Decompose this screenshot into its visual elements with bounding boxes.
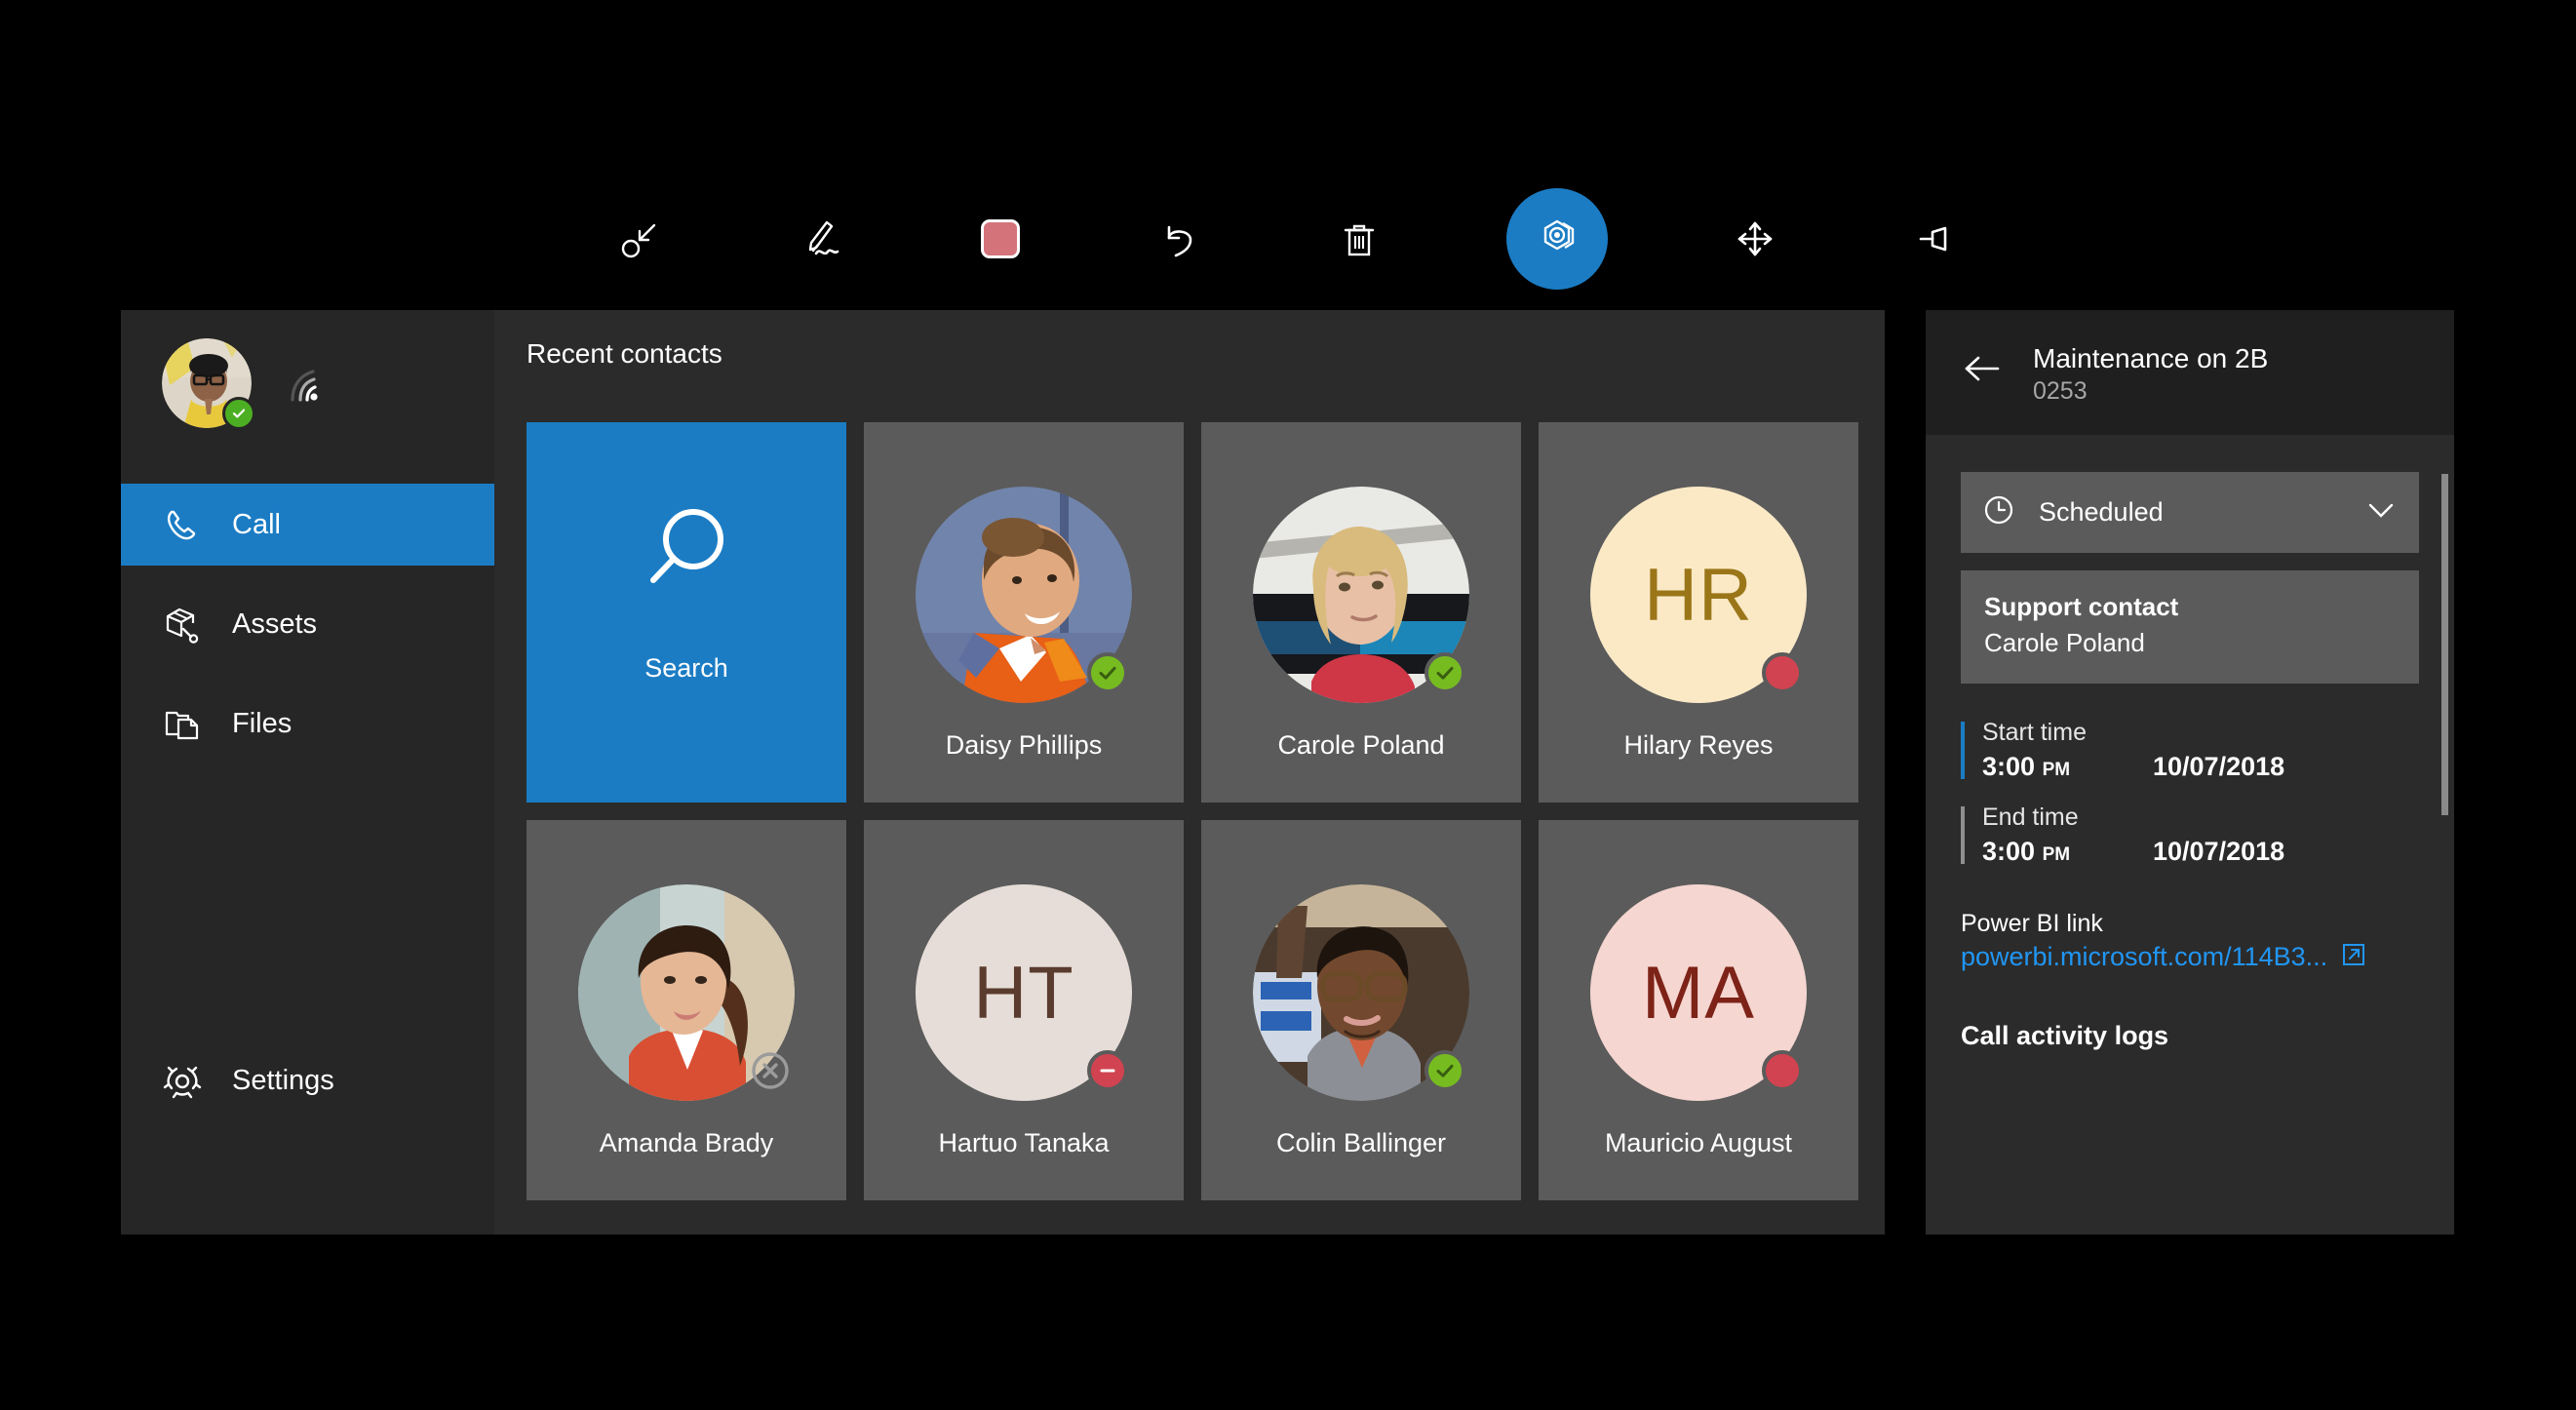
- detail-header: Maintenance on 2B 0253: [1926, 310, 2454, 435]
- presence-badge-busy: [1762, 1050, 1803, 1091]
- delete-icon[interactable]: [1327, 207, 1391, 271]
- avatar: HT: [916, 884, 1132, 1101]
- detail-scrollbar[interactable]: [2441, 474, 2448, 1234]
- open-in-new-icon: [2341, 942, 2366, 972]
- end-time-value: 3:00 PM: [1982, 837, 2071, 866]
- signal-strength-icon: [285, 367, 333, 408]
- presence-badge-away: [1087, 1050, 1128, 1091]
- support-contact-label: Support contact: [1984, 592, 2179, 621]
- start-time-row: 3:00 PM 10/07/2018: [1982, 752, 2419, 782]
- avatar: [1253, 487, 1469, 703]
- pin-icon[interactable]: [1902, 207, 1967, 271]
- presence-badge-available: [222, 397, 255, 430]
- contact-name: Carole Poland: [1277, 730, 1445, 760]
- gear-icon: [162, 1060, 203, 1101]
- sidebar-item-label: Call: [232, 508, 281, 540]
- call-activity-logs-label: Call activity logs: [1961, 1021, 2169, 1050]
- move-icon[interactable]: [1723, 207, 1787, 271]
- search-tile[interactable]: Search: [527, 422, 846, 803]
- app-window: Call Assets Files Settings Recent contac…: [121, 310, 2454, 1234]
- ink-pen-icon[interactable]: [789, 207, 853, 271]
- color-swatch-icon[interactable]: [968, 207, 1033, 271]
- avatar-initials-text: MA: [1642, 951, 1755, 1035]
- sidebar-item-label: Settings: [232, 1064, 334, 1096]
- powerbi-link[interactable]: powerbi.microsoft.com/114B3...: [1961, 942, 2419, 972]
- remote-assist-icon[interactable]: [1506, 188, 1608, 290]
- contact-name: Amanda Brady: [599, 1128, 774, 1157]
- contact-tile[interactable]: HR Hilary Reyes: [1539, 422, 1858, 803]
- contact-tile[interactable]: Daisy Phillips: [864, 422, 1184, 803]
- start-time-block: Start time 3:00 PM 10/07/2018: [1961, 719, 2419, 782]
- clock-icon: [1982, 493, 2015, 531]
- start-time-value: 3:00 PM: [1982, 752, 2071, 781]
- undo-icon[interactable]: [1148, 207, 1212, 271]
- detail-subtitle: 0253: [2033, 377, 2088, 405]
- avatar: MA: [1590, 884, 1807, 1101]
- back-arrow-icon[interactable]: [1961, 349, 2004, 392]
- page-title: Recent contacts: [527, 338, 722, 369]
- avatar: HR: [1590, 487, 1807, 703]
- start-time-date: 10/07/2018: [2153, 752, 2285, 781]
- color-swatch: [981, 219, 1020, 258]
- contact-tile[interactable]: Amanda Brady: [527, 820, 846, 1200]
- sidebar-item-settings[interactable]: Settings: [121, 1039, 494, 1121]
- search-icon: [640, 504, 733, 603]
- chevron-down-icon[interactable]: [2364, 493, 2398, 531]
- contact-name: Colin Ballinger: [1275, 1128, 1447, 1157]
- contact-name: Hilary Reyes: [1623, 730, 1774, 760]
- end-time-date: 10/07/2018: [2153, 837, 2285, 866]
- powerbi-label: Power BI link: [1961, 910, 2103, 937]
- support-contact-card[interactable]: Support contact Carole Poland: [1961, 570, 2419, 684]
- presence-badge-busy: [1762, 652, 1803, 693]
- profile-area: [121, 310, 494, 473]
- presence-badge-offline: [750, 1050, 791, 1091]
- contact-name: Daisy Phillips: [945, 730, 1103, 760]
- annotation-toolbar: [0, 185, 2576, 293]
- contact-tile[interactable]: Colin Ballinger: [1201, 820, 1521, 1200]
- end-time-row: 3:00 PM 10/07/2018: [1982, 837, 2419, 867]
- detail-title: Maintenance on 2B: [2033, 343, 2269, 373]
- assets-box-wrench-icon: [162, 604, 203, 645]
- scrollbar-thumb[interactable]: [2441, 474, 2448, 815]
- user-avatar[interactable]: [162, 338, 255, 430]
- contact-tile[interactable]: MA Mauricio August: [1539, 820, 1858, 1200]
- start-time-label: Start time: [1982, 719, 2087, 746]
- presence-badge-available: [1425, 1050, 1465, 1091]
- presence-badge-available: [1087, 652, 1128, 693]
- sidebar-item-assets[interactable]: Assets: [121, 583, 494, 665]
- sidebar-item-label: Assets: [232, 607, 318, 640]
- presence-badge-available: [1425, 652, 1465, 693]
- contacts-grid: Search Daisy Phillips Carole Poland HR H…: [527, 422, 1858, 1200]
- phone-icon: [162, 504, 203, 545]
- avatar: [916, 487, 1132, 703]
- status-label: Scheduled: [2039, 497, 2164, 527]
- end-time-block: End time 3:00 PM 10/07/2018: [1961, 803, 2419, 867]
- sidebar-item-call[interactable]: Call: [121, 484, 494, 566]
- detail-body: Scheduled Support contact Carole Poland …: [1926, 472, 2454, 1051]
- avatar-initials-text: HT: [973, 951, 1074, 1035]
- files-folder-icon: [162, 703, 203, 744]
- search-tile-label: Search: [644, 653, 728, 683]
- collapse-icon[interactable]: [609, 207, 674, 271]
- avatar-initials-text: HR: [1644, 553, 1753, 637]
- powerbi-block: Power BI link powerbi.microsoft.com/114B…: [1961, 910, 2419, 972]
- avatar: [1253, 884, 1469, 1101]
- sidebar-item-label: Files: [232, 707, 293, 739]
- status-dropdown[interactable]: Scheduled: [1961, 472, 2419, 553]
- powerbi-link-text: powerbi.microsoft.com/114B3...: [1961, 942, 2328, 971]
- sidebar-item-files[interactable]: Files: [121, 683, 494, 764]
- contact-name: Hartuo Tanaka: [938, 1128, 1110, 1157]
- contact-tile[interactable]: Carole Poland: [1201, 422, 1521, 803]
- end-time-label: End time: [1982, 803, 2079, 831]
- avatar: [578, 884, 795, 1101]
- contact-tile[interactable]: HT Hartuo Tanaka: [864, 820, 1184, 1200]
- main-content: Recent contacts Search Daisy Phillips Ca…: [494, 310, 1885, 1234]
- contact-name: Mauricio August: [1604, 1128, 1793, 1157]
- detail-panel: Maintenance on 2B 0253 Scheduled Support…: [1926, 310, 2454, 1234]
- support-contact-value: Carole Poland: [1984, 628, 2145, 657]
- sidebar: Call Assets Files Settings: [121, 310, 494, 1234]
